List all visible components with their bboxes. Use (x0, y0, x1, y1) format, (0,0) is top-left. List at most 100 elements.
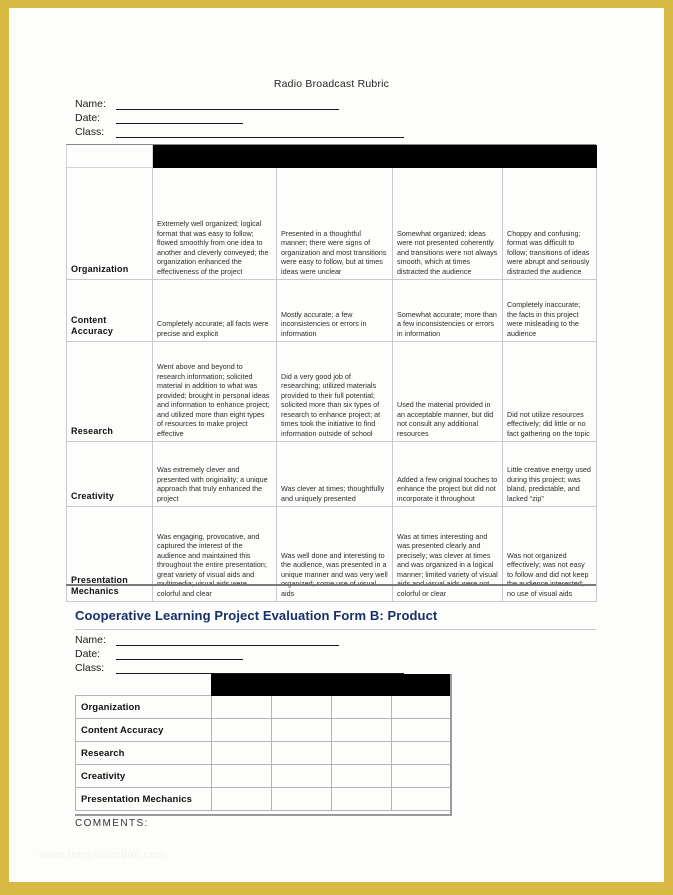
score-grid-header-4 (391, 674, 452, 696)
rubric-cell-presentation-mechanics-4: Was not organized effectively; was not e… (502, 506, 597, 602)
rubric-criterion-creativity: Creativity (66, 441, 153, 507)
rubric-cell-research-2: Did a very good job of researching; util… (276, 341, 393, 442)
name-label-b: Name: (75, 634, 106, 646)
section-b-heading: Cooperative Learning Project Evaluation … (75, 608, 438, 623)
page-title: Radio Broadcast Rubric (273, 78, 390, 90)
score-grid-bottom-rule (75, 814, 452, 816)
class-label: Class: (75, 126, 105, 138)
rubric-cell-content-accuracy-4: Completely inaccurate; the facts in this… (502, 279, 597, 342)
class-input-line[interactable] (116, 128, 404, 138)
rubric-header-corner (66, 145, 153, 168)
rubric-criterion-organization: Organization (66, 167, 153, 280)
class-input-line-b[interactable] (116, 664, 404, 674)
score-cell-organization-2[interactable] (271, 695, 332, 719)
score-grid-criterion-research: Research (75, 741, 212, 765)
date-input-line-b[interactable] (116, 650, 243, 660)
score-cell-creativity-4[interactable] (391, 764, 452, 788)
score-cell-organization-1[interactable] (211, 695, 272, 719)
score-cell-research-3[interactable] (331, 741, 392, 765)
score-cell-presentation-mechanics-2[interactable] (271, 787, 332, 811)
date-label: Date: (75, 112, 101, 124)
rubric-header-level-2 (276, 145, 393, 168)
rubric-cell-presentation-mechanics-3: Was at times interesting and was present… (392, 506, 503, 602)
class-field-row: Class: (75, 124, 404, 138)
score-cell-content-accuracy-2[interactable] (271, 718, 332, 742)
score-cell-creativity-1[interactable] (211, 764, 272, 788)
name-input-line[interactable] (116, 100, 339, 110)
name-label: Name: (75, 98, 106, 110)
rubric-cell-creativity-2: Was clever at times; thoughtfully and un… (276, 441, 393, 507)
score-grid-criterion-presentation-mechanics: Presentation Mechanics (75, 787, 212, 811)
form-b-fields: Name: Date: Class: (75, 632, 404, 674)
table-row: Creativity (75, 764, 452, 788)
rubric-cell-organization-2: Presented in a thoughtful manner; there … (276, 167, 393, 280)
score-cell-organization-4[interactable] (391, 695, 452, 719)
name-field-row-b: Name: (75, 632, 404, 646)
rubric-cell-organization-1: Extremely well organized; logical format… (152, 167, 277, 280)
score-grid-header-1 (211, 674, 272, 696)
rubric-cell-research-3: Used the material provided in an accepta… (392, 341, 503, 442)
score-grid-corner (76, 675, 212, 696)
date-field-row: Date: (75, 110, 404, 124)
date-field-row-b: Date: (75, 646, 404, 660)
rubric-header-level-1 (152, 145, 277, 168)
rubric-table-bottom-rule (66, 584, 596, 586)
table-row: Content Accuracy (75, 718, 452, 742)
name-field-row: Name: (75, 96, 404, 110)
table-row: Presentation Mechanics (75, 787, 452, 811)
rubric-header-level-3 (392, 145, 503, 168)
rubric-cell-organization-3: Somewhat organized; ideas were not prese… (392, 167, 503, 280)
name-input-line-b[interactable] (116, 636, 339, 646)
watermark-text: www.templatesdoc.com (39, 849, 167, 861)
rubric-criterion-research: Research (66, 341, 153, 442)
rubric-cell-creativity-4: Little creative energy used during this … (502, 441, 597, 507)
page-border: Radio Broadcast Rubric Name: Date: Class… (0, 0, 673, 895)
rubric-cell-research-4: Did not utilize resources effectively; d… (502, 341, 597, 442)
page-content: Radio Broadcast Rubric Name: Date: Class… (9, 8, 664, 882)
score-cell-presentation-mechanics-1[interactable] (211, 787, 272, 811)
section-b-heading-rule (75, 629, 596, 630)
rubric-cell-content-accuracy-3: Somewhat accurate; more than a few incon… (392, 279, 503, 342)
rubric-cell-presentation-mechanics-1: Was engaging, provocative, and captured … (152, 506, 277, 602)
rubric-cell-research-1: Went above and beyond to research inform… (152, 341, 277, 442)
score-cell-content-accuracy-3[interactable] (331, 718, 392, 742)
score-cell-creativity-3[interactable] (331, 764, 392, 788)
document-page: Radio Broadcast Rubric Name: Date: Class… (9, 8, 664, 882)
score-grid-header-2 (271, 674, 332, 696)
score-grid-criterion-content-accuracy: Content Accuracy (75, 718, 212, 742)
table-row: Content Accuracy Completely accurate; al… (66, 279, 597, 342)
rubric-criterion-presentation-mechanics: Presentation Mechanics (66, 506, 153, 602)
score-cell-presentation-mechanics-3[interactable] (331, 787, 392, 811)
score-cell-research-1[interactable] (211, 741, 272, 765)
rubric-cell-creativity-3: Added a few original touches to enhance … (392, 441, 503, 507)
score-grid-right-rule (450, 674, 452, 815)
rubric-cell-presentation-mechanics-2: Was well done and interesting to the aud… (276, 506, 393, 602)
score-grid-header-row (76, 674, 452, 696)
score-cell-organization-3[interactable] (331, 695, 392, 719)
score-cell-presentation-mechanics-4[interactable] (391, 787, 452, 811)
form-a-fields: Name: Date: Class: (75, 96, 404, 138)
table-row: Research Went above and beyond to resear… (66, 341, 597, 442)
score-cell-creativity-2[interactable] (271, 764, 332, 788)
score-cell-content-accuracy-4[interactable] (391, 718, 452, 742)
rubric-cell-creativity-1: Was extremely clever and presented with … (152, 441, 277, 507)
class-label-b: Class: (75, 662, 105, 674)
table-row: Presentation Mechanics Was engaging, pro… (66, 506, 597, 602)
score-grid-header-3 (331, 674, 392, 696)
table-row: Research (75, 741, 452, 765)
date-label-b: Date: (75, 648, 101, 660)
comments-label: COMMENTS: (75, 818, 149, 829)
date-input-line[interactable] (116, 114, 243, 124)
score-cell-research-4[interactable] (391, 741, 452, 765)
score-grid-criterion-organization: Organization (75, 695, 212, 719)
score-grid-table: Organization Content Accuracy Research C… (75, 674, 452, 811)
class-field-row-b: Class: (75, 660, 404, 674)
score-cell-content-accuracy-1[interactable] (211, 718, 272, 742)
score-grid-criterion-creativity: Creativity (75, 764, 212, 788)
rubric-cell-content-accuracy-2: Mostly accurate; a few inconsistencies o… (276, 279, 393, 342)
table-row: Organization Extremely well organized; l… (66, 167, 597, 280)
rubric-criterion-content-accuracy: Content Accuracy (66, 279, 153, 342)
rubric-cell-organization-4: Choppy and confusing; format was difficu… (502, 167, 597, 280)
rubric-table: Organization Extremely well organized; l… (66, 145, 597, 602)
score-cell-research-2[interactable] (271, 741, 332, 765)
